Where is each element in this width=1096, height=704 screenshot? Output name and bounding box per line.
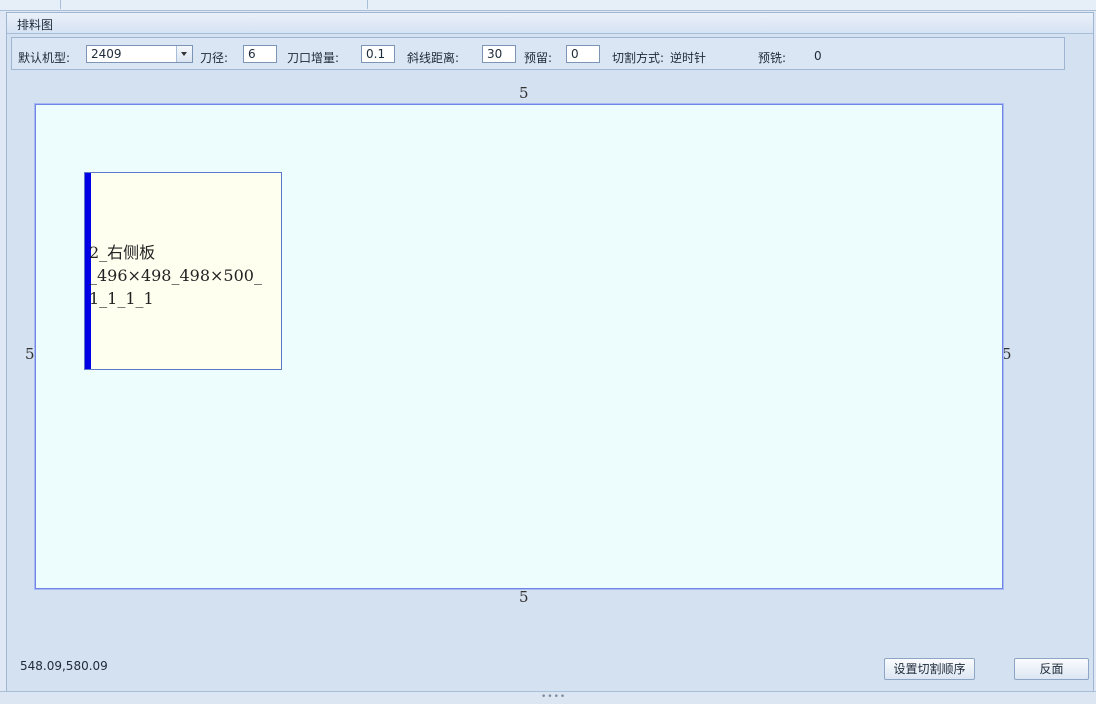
part-label-name: 2_右侧板 — [89, 243, 156, 262]
premill-value: 0 — [814, 49, 822, 63]
tab-separator — [60, 0, 61, 9]
part-label-dimensions: _496×498_498×500_ — [89, 266, 262, 285]
diagonal-distance-label: 斜线距离: — [407, 51, 460, 65]
margin-left-value: 5 — [25, 345, 35, 363]
nesting-canvas[interactable]: 5 5 5 5 2_右侧板 _496×498_498×500_ 1_1_1_1 — [7, 70, 1093, 648]
premill-label: 预铣: — [758, 51, 787, 65]
kerf-increment-label: 刀口增量: — [287, 51, 340, 65]
part-label: 2_右侧板 _496×498_498×500_ 1_1_1_1 — [89, 241, 262, 310]
machine-select[interactable]: 2409 — [86, 45, 193, 63]
splitter-bar[interactable]: •••• — [0, 691, 1096, 704]
cursor-coordinates: 548.09,580.09 — [20, 659, 108, 673]
reserve-input[interactable]: 0 — [566, 45, 600, 63]
top-tab-strip — [0, 0, 1096, 11]
machine-select-value: 2409 — [91, 47, 122, 61]
part-label-edges: 1_1_1_1 — [89, 289, 154, 308]
tool-diameter-label: 刀径: — [200, 51, 229, 65]
diagonal-distance-input[interactable]: 30 — [482, 45, 516, 63]
panel-title-bar: 排料图 — [7, 13, 1093, 34]
machine-label: 默认机型: — [18, 51, 71, 65]
panel-title: 排料图 — [17, 18, 54, 32]
reserve-label: 预留: — [524, 51, 553, 65]
board-sheet[interactable]: 2_右侧板 _496×498_498×500_ 1_1_1_1 — [35, 104, 1003, 589]
machine-select-dropdown-button[interactable] — [176, 46, 192, 62]
margin-bottom-value: 5 — [519, 588, 529, 606]
tab-separator — [367, 0, 368, 9]
tool-diameter-input[interactable]: 6 — [243, 45, 277, 63]
nesting-panel: 排料图 默认机型: 2409 刀径: 6 刀口增量: 0.1 斜线距离: 30 … — [6, 12, 1094, 692]
margin-right-value: 5 — [1002, 345, 1012, 363]
set-cut-order-button[interactable]: 设置切割顺序 — [884, 658, 975, 680]
chevron-down-icon — [181, 52, 187, 56]
margin-top-value: 5 — [519, 84, 529, 102]
parameters-toolbar: 默认机型: 2409 刀径: 6 刀口增量: 0.1 斜线距离: 30 预留: … — [11, 37, 1065, 70]
nested-part[interactable]: 2_右侧板 _496×498_498×500_ 1_1_1_1 — [84, 172, 282, 370]
cut-mode-value: 逆时针 — [670, 51, 707, 65]
splitter-grip-icon[interactable]: •••• — [541, 692, 566, 702]
cut-mode-label: 切割方式: — [612, 51, 665, 65]
flip-side-button[interactable]: 反面 — [1014, 658, 1089, 680]
kerf-increment-input[interactable]: 0.1 — [361, 45, 395, 63]
